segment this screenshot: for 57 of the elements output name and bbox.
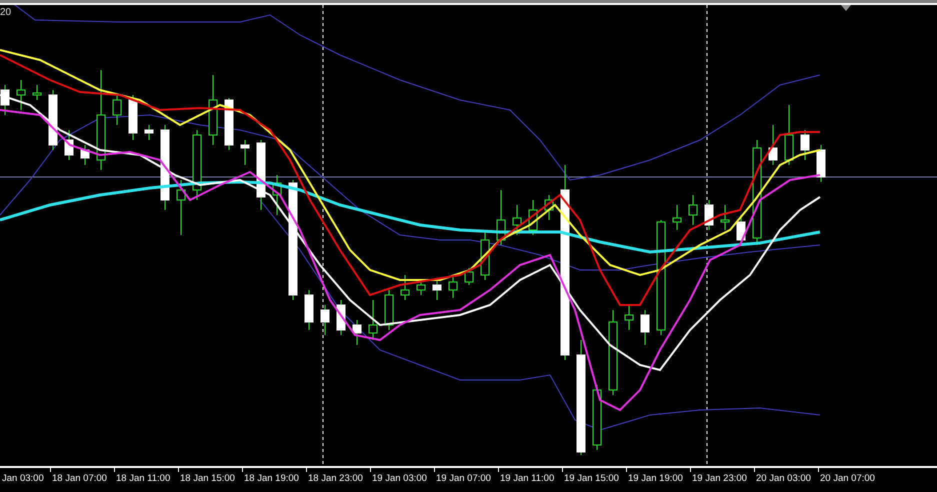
candlestick [816,144,826,182]
candlestick [208,74,218,146]
candlestick [688,194,698,226]
candlestick [48,90,58,150]
candlestick [672,204,682,230]
candlestick [320,304,330,336]
chart-corner-label: 20 [0,8,12,18]
candlestick [304,290,314,330]
candlestick [464,268,474,286]
time-axis-label: 18 Jan 23:00 [307,472,364,486]
candlestick [448,274,458,298]
candlestick [192,130,202,200]
time-axis-label: Jan 03:00 [1,472,45,486]
candlestick [416,280,426,296]
candlestick [368,300,378,340]
candlestick [624,304,634,330]
candlestick [496,190,506,246]
time-axis-label: 19 Jan 07:00 [435,472,492,486]
time-axis-label: 18 Jan 19:00 [243,472,300,486]
candlestick [16,80,26,110]
candlestick [144,124,154,140]
candlestick [768,124,778,166]
candlestick [336,300,346,336]
candlestick [432,280,442,300]
candlestick [128,94,138,140]
candlestick [400,274,410,300]
candlestick [176,180,186,236]
candlestick [112,94,122,126]
time-axis-label: 19 Jan 23:00 [691,472,748,486]
time-axis-label: 20 Jan 03:00 [755,472,812,486]
candlestick [384,290,394,330]
candlestick [64,130,74,160]
candlestick [240,140,250,166]
candlestick [720,204,730,230]
candlestick [224,98,234,150]
candlestick [640,310,650,346]
shift-marker-icon [841,5,851,11]
time-axis-label: 18 Jan 07:00 [51,472,108,486]
candlestick [544,194,554,220]
candlestick [528,200,538,236]
time-axis-label: 19 Jan 15:00 [563,472,620,486]
candlestick [800,130,810,160]
candlestick [80,144,90,166]
candlestick [272,174,282,216]
time-axis-label: 18 Jan 15:00 [179,472,236,486]
time-axis-label: 18 Jan 11:00 [115,472,172,486]
time-axis-label: 19 Jan 19:00 [627,472,684,486]
candlestick [592,384,602,450]
candlestick [784,104,794,166]
time-axis-label: 20 Jan 07:00 [819,472,876,486]
candlestick [704,200,714,230]
time-axis-label: 19 Jan 03:00 [371,472,428,486]
candlestick [352,320,362,346]
candlestick [512,204,522,236]
time-axis-label: 19 Jan 11:00 [499,472,556,486]
candlestick [32,84,42,100]
candlestick [0,84,10,116]
